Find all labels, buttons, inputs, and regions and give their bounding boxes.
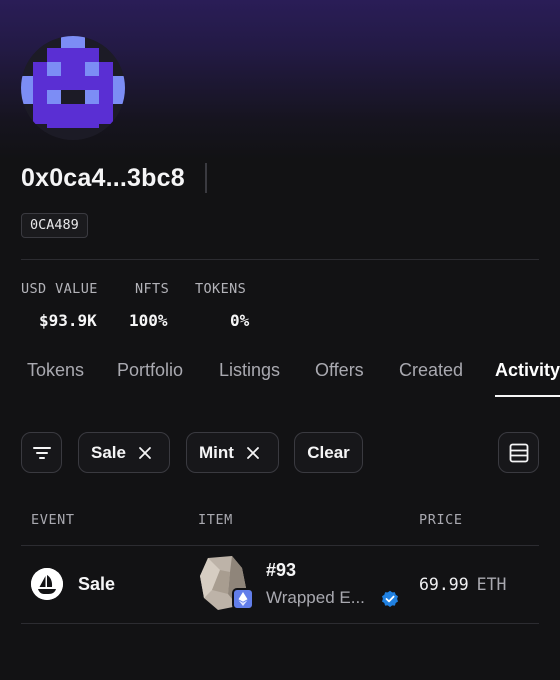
column-header-item: ITEM [198,512,233,528]
tab-created[interactable]: Created [399,360,463,381]
event-type: Sale [78,574,116,594]
close-icon[interactable] [246,446,260,460]
tab-portfolio[interactable]: Portfolio [117,360,183,381]
address-row: 0x0ca4...3bc8 [21,160,207,196]
item-collection[interactable]: Wrapped E... [266,588,365,608]
tab-tokens[interactable]: Tokens [27,360,84,381]
filter-chip-label: Sale [91,442,126,462]
address-badge[interactable]: 0CA489 [21,213,88,238]
address-divider [204,163,207,193]
tokens-value: 0% [230,311,250,330]
clear-filters-button[interactable]: Clear [294,432,363,473]
item-name[interactable]: #93 [266,560,296,581]
profile-avatar[interactable] [21,36,125,140]
column-header-event: EVENT [31,512,75,528]
view-toggle-button[interactable] [498,432,539,473]
filter-chip-sale[interactable]: Sale [78,432,170,473]
ethereum-chain-icon [232,588,254,610]
divider [21,259,539,260]
tokens-label: TOKENS [195,281,247,297]
verified-badge-icon [382,590,398,607]
nfts-label: NFTS [135,281,170,297]
close-icon[interactable] [138,446,152,460]
tab-activity[interactable]: Activity [495,360,560,381]
profile-tabs: Tokens Portfolio Listings Offers Created… [0,360,560,400]
usd-value-label: USD VALUE [21,281,98,297]
column-header-price: PRICE [419,512,463,528]
nfts-value: 100% [129,311,168,330]
filter-icon [32,446,51,459]
usd-value: $93.9K [39,311,97,330]
list-view-icon [509,443,528,462]
filter-button[interactable] [21,432,62,473]
filter-chip-mint[interactable]: Mint [186,432,279,473]
table-row[interactable]: Sale #93 Wrapped E... 69.99 ETH [0,546,560,624]
price-unit: ETH [476,575,507,594]
clear-label: Clear [307,442,350,462]
active-tab-indicator [495,395,560,397]
filter-chip-label: Mint [199,442,234,462]
tab-listings[interactable]: Listings [219,360,280,381]
opensea-boat-icon [31,568,63,600]
price-value: 69.99 [419,575,469,594]
tab-offers[interactable]: Offers [315,360,364,381]
wallet-address[interactable]: 0x0ca4...3bc8 [21,164,185,193]
price: 69.99 ETH [419,575,506,594]
table-divider [21,623,539,624]
